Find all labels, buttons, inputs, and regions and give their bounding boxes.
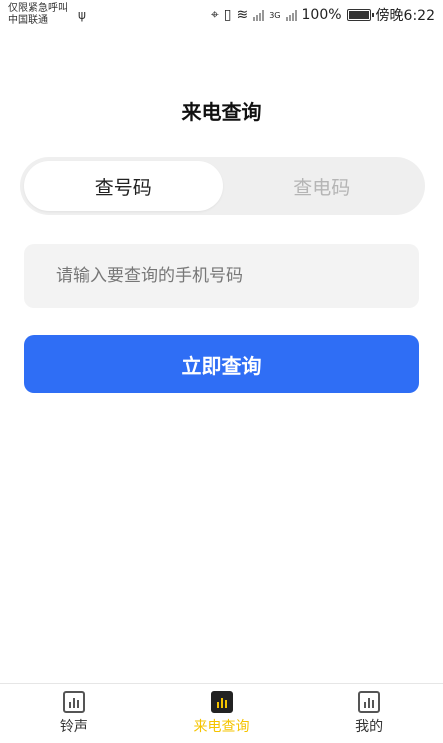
- page-title: 来电查询: [181, 100, 262, 124]
- network-type: 3G: [269, 10, 281, 20]
- nav-label-ringtone: 铃声: [59, 719, 88, 735]
- tab-query-telegraph-code[interactable]: 查电码: [223, 161, 422, 211]
- carrier-info: 仅限紧急呼叫 中国联通: [8, 3, 68, 27]
- nav-item-caller-lookup[interactable]: 来电查询: [148, 684, 296, 743]
- status-bar: 仅限紧急呼叫 中国联通 ψ ⌖ ▯ ≋ 3G 100% 傍晚6:22: [0, 0, 443, 30]
- clock: 傍晚6:22: [375, 8, 435, 24]
- vibrate-icon: ▯: [223, 7, 232, 23]
- chart-icon: [210, 691, 233, 713]
- carrier-line-1: 仅限紧急呼叫: [8, 3, 68, 14]
- wifi-icon: ≋: [236, 7, 249, 23]
- status-right: ⌖ ▯ ≋ 3G 100% 傍晚6:22: [211, 5, 435, 25]
- nav-item-ringtone[interactable]: 铃声: [0, 684, 148, 743]
- nav-item-mine[interactable]: 我的: [295, 684, 443, 743]
- chart-icon: [358, 691, 381, 713]
- carrier-line-2: 中国联通: [8, 15, 48, 26]
- status-left: 仅限紧急呼叫 中国联通 ψ: [8, 3, 86, 27]
- signal-icon: [253, 9, 265, 21]
- query-button[interactable]: 立即查询: [24, 335, 419, 393]
- bottom-nav: 铃声 来电查询 我的: [0, 683, 443, 743]
- phone-number-input[interactable]: [24, 244, 419, 308]
- location-icon: ⌖: [210, 7, 219, 23]
- battery-fill: [348, 11, 369, 19]
- tab-query-number[interactable]: 查号码: [24, 161, 223, 211]
- nav-label-caller-lookup: 来电查询: [193, 719, 250, 735]
- battery-icon: [346, 9, 374, 21]
- nav-label-mine: 我的: [355, 719, 384, 735]
- battery-percent: 100%: [301, 7, 342, 23]
- signal-icon-2: [285, 9, 297, 21]
- usb-icon: ψ: [78, 8, 86, 22]
- query-type-tabs: 查号码 查电码: [20, 157, 425, 215]
- chart-icon: [62, 691, 85, 713]
